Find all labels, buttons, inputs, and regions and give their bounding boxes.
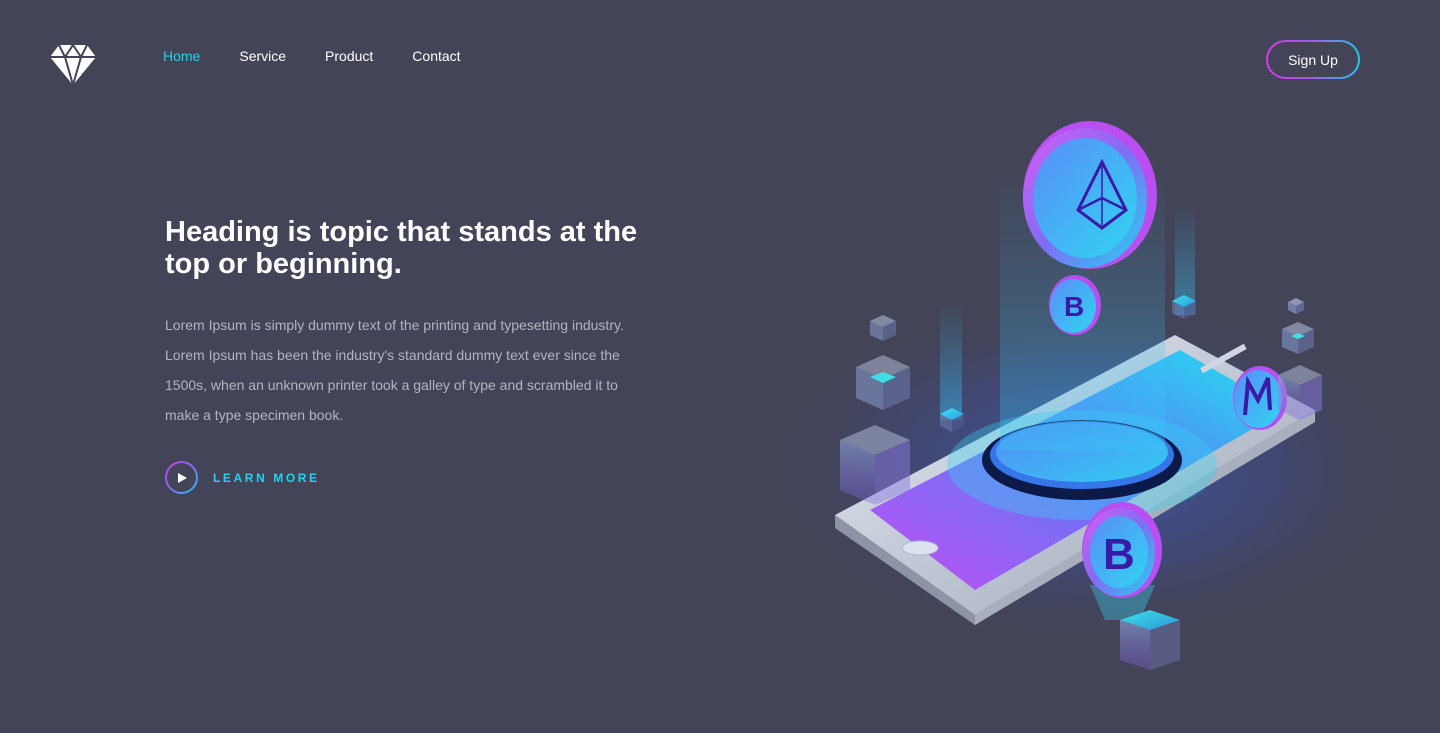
hero-title: Heading is topic that stands at the top … [165, 216, 638, 280]
bitcoin-coin-icon: B [1049, 275, 1101, 335]
play-icon [177, 472, 187, 483]
learn-more-button[interactable]: LEARN MORE [165, 461, 320, 494]
diamond-icon[interactable] [49, 43, 97, 87]
main-nav: Home Service Product Contact [163, 48, 500, 64]
nav-product-link[interactable]: Product [325, 48, 373, 64]
learn-more-label: LEARN MORE [213, 470, 320, 485]
crypto-phone-illustration: B B [770, 121, 1410, 670]
sign-up-button[interactable]: Sign Up [1266, 40, 1360, 79]
svg-text:B: B [1064, 291, 1084, 322]
ethereum-coin-icon [1023, 121, 1157, 269]
hero-description: Lorem Ipsum is simply dummy text of the … [165, 317, 624, 423]
play-button-ring[interactable] [165, 461, 198, 494]
nav-home-link[interactable]: Home [163, 48, 200, 64]
nav-contact-link[interactable]: Contact [412, 48, 460, 64]
sign-up-label: Sign Up [1268, 42, 1358, 77]
landing-page: Home Service Product Contact Sign Up Hea… [0, 0, 1440, 733]
svg-text:B: B [1103, 530, 1135, 579]
nav-service-link[interactable]: Service [239, 48, 286, 64]
